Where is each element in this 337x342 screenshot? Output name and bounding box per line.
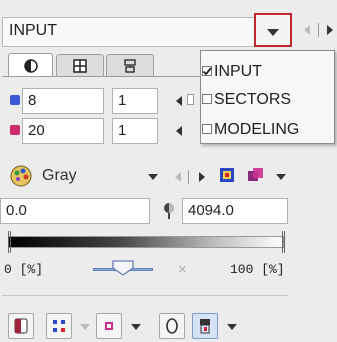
tab-layout[interactable] bbox=[106, 54, 154, 76]
fusion-dropdown-icon[interactable] bbox=[227, 324, 237, 330]
nav-separator bbox=[318, 23, 319, 37]
nav-separator bbox=[188, 170, 189, 184]
threshold-slider-thumb[interactable] bbox=[112, 260, 134, 276]
label-icon bbox=[105, 322, 113, 330]
decrement-icon[interactable] bbox=[176, 126, 182, 136]
sector-grid-button[interactable] bbox=[46, 313, 72, 339]
checked-icon[interactable] bbox=[202, 66, 212, 76]
upper-percent-label: 100 [%] bbox=[230, 262, 285, 277]
invert-button[interactable] bbox=[8, 313, 34, 339]
next-icon[interactable] bbox=[327, 25, 333, 35]
lock-range-icon[interactable] bbox=[163, 201, 175, 221]
upper-threshold-marker[interactable] bbox=[282, 231, 285, 253]
previous-colormap-icon[interactable] bbox=[175, 172, 181, 182]
divider bbox=[2, 295, 288, 296]
menu-item-input[interactable]: INPUT bbox=[214, 63, 262, 81]
unchecked-icon[interactable] bbox=[202, 124, 212, 134]
lower-threshold-marker[interactable] bbox=[8, 231, 11, 253]
series-select-value: INPUT bbox=[9, 22, 57, 39]
contour-button[interactable] bbox=[159, 313, 185, 339]
palette-icon bbox=[10, 165, 32, 187]
series-menu-button[interactable] bbox=[254, 13, 292, 47]
colormap-name: Gray bbox=[42, 167, 77, 184]
label-dropdown-icon[interactable] bbox=[131, 324, 141, 330]
slice-icon bbox=[10, 95, 20, 105]
menu-item-sectors[interactable]: SECTORS bbox=[214, 91, 291, 109]
previous-icon[interactable] bbox=[304, 25, 310, 35]
unchecked-icon[interactable] bbox=[202, 94, 212, 104]
grid-icon bbox=[73, 59, 87, 73]
frame-icon bbox=[10, 125, 20, 135]
decrement-icon[interactable] bbox=[176, 96, 182, 106]
fusion-button[interactable] bbox=[192, 313, 218, 339]
colorbar-icon[interactable] bbox=[219, 167, 235, 183]
invert-icon bbox=[14, 318, 28, 334]
check-icon bbox=[202, 67, 212, 76]
overlay-icon[interactable] bbox=[247, 167, 265, 183]
colormap-dropdown-icon[interactable] bbox=[148, 174, 158, 180]
tab-grid[interactable] bbox=[56, 54, 104, 76]
contrast-icon bbox=[23, 59, 38, 73]
slice-step-input[interactable]: 1 bbox=[112, 88, 158, 114]
slice-value-input[interactable]: 8 bbox=[22, 88, 104, 114]
menu-item-modeling[interactable]: MODELING bbox=[214, 121, 299, 139]
label-button[interactable] bbox=[96, 313, 122, 339]
options-dropdown-icon[interactable] bbox=[276, 174, 286, 180]
grid-dropdown-icon[interactable] bbox=[80, 324, 90, 330]
tab-contrast[interactable] bbox=[8, 53, 53, 77]
fusion-icon bbox=[200, 319, 210, 334]
sector-grid-icon bbox=[53, 320, 65, 332]
slider-handle[interactable] bbox=[187, 94, 194, 105]
lower-percent-label: 0 [%] bbox=[4, 262, 44, 277]
next-colormap-icon[interactable] bbox=[199, 172, 205, 182]
close-icon[interactable]: × bbox=[178, 261, 187, 278]
frame-step-input[interactable]: 1 bbox=[112, 118, 158, 144]
layout-icon bbox=[124, 59, 136, 73]
chevron-down-icon bbox=[267, 29, 279, 36]
frame-value-input[interactable]: 20 bbox=[22, 118, 104, 144]
colormap-gradient-bar bbox=[8, 236, 284, 248]
contour-icon bbox=[166, 318, 178, 334]
range-min-input[interactable]: 0.0 bbox=[0, 198, 150, 224]
range-max-input[interactable]: 4094.0 bbox=[182, 198, 288, 224]
